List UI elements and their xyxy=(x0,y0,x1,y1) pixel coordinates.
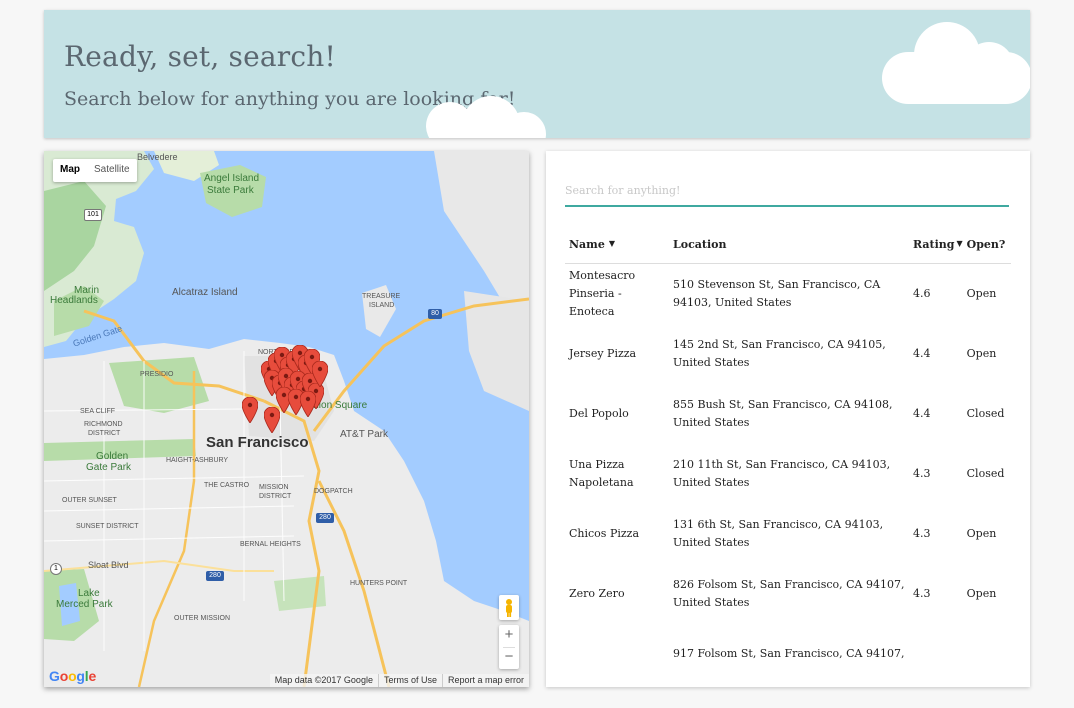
cell-name: Chicos Pizza xyxy=(569,527,640,540)
column-header-label: Name xyxy=(569,237,605,251)
cell-open xyxy=(963,624,1011,684)
cell-rating: 4.3 xyxy=(913,587,931,600)
page-title: Ready, set, search! xyxy=(64,40,336,73)
map-type-map-button[interactable]: Map xyxy=(53,159,87,182)
map-marker-icon[interactable] xyxy=(312,361,328,387)
cell-open: Closed xyxy=(966,407,1005,420)
column-header-location[interactable]: Location xyxy=(669,225,909,264)
cell-rating: 4.3 xyxy=(913,467,931,480)
map-marker-icon[interactable] xyxy=(264,407,280,433)
table-row[interactable]: Una Pizza Napoletana 210 11th St, San Fra… xyxy=(565,444,1011,504)
table-header-row: Name ▼ Location Rating ▼ Open? xyxy=(565,225,1011,264)
sort-caret-icon: ▼ xyxy=(608,237,615,248)
cloud-decoration xyxy=(882,20,1030,110)
cell-open: Open xyxy=(966,527,997,540)
marker-layer xyxy=(44,151,529,687)
cell-location: 145 2nd St, San Francisco, CA 94105, Uni… xyxy=(673,338,886,369)
zoom-in-button[interactable]: + xyxy=(499,625,519,647)
cell-rating: 4.6 xyxy=(913,287,931,300)
column-header-open[interactable]: Open? xyxy=(962,225,1011,264)
cell-rating xyxy=(909,624,963,684)
map-type-control: Map Satellite xyxy=(53,159,137,182)
terms-link[interactable]: Terms of Use xyxy=(377,674,442,687)
street-view-button[interactable] xyxy=(499,595,519,620)
map-attribution: Map data ©2017 Google Terms of Use Repor… xyxy=(269,674,529,687)
cell-location: 855 Bush St, San Francisco, CA 94108, Un… xyxy=(673,398,893,429)
map-view[interactable]: Belvedere Angel Island State Park Marin … xyxy=(44,151,529,687)
cell-name: Montesacro Pinseria - Enoteca xyxy=(569,269,636,318)
column-header-label: Open? xyxy=(966,237,1006,251)
cell-location: 210 11th St, San Francisco, CA 94103, Un… xyxy=(673,458,891,489)
google-logo: Google xyxy=(49,668,97,684)
divider xyxy=(503,647,515,648)
table-row[interactable]: Montesacro Pinseria - Enoteca 510 Stevens… xyxy=(565,264,1011,325)
column-header-label: Rating xyxy=(913,237,955,251)
results-table: Name ▼ Location Rating ▼ Open? Montesacro … xyxy=(565,225,1011,684)
cell-rating: 4.4 xyxy=(913,347,931,360)
cell-open: Closed xyxy=(966,467,1005,480)
cell-location: 510 Stevenson St, San Francisco, CA 9410… xyxy=(673,278,881,309)
column-header-rating[interactable]: Rating ▼ xyxy=(909,225,963,264)
cell-open: Open xyxy=(966,347,997,360)
cell-name xyxy=(565,624,669,684)
table-row[interactable]: Chicos Pizza 131 6th St, San Francisco, C… xyxy=(565,504,1011,564)
results-panel: Name▼ Location Rating▼ Open? Montesacro … xyxy=(546,151,1030,687)
table-row[interactable]: Del Popolo 855 Bush St, San Francisco, CA… xyxy=(565,384,1011,444)
cell-location: 826 Folsom St, San Francisco, CA 94107, … xyxy=(673,578,905,609)
cell-location: 917 Folsom St, San Francisco, CA 94107, xyxy=(673,647,905,660)
page-header: Ready, set, search! Search below for any… xyxy=(44,10,1030,138)
map-marker-icon[interactable] xyxy=(300,391,316,417)
pegman-icon xyxy=(506,599,512,617)
search-input[interactable] xyxy=(565,175,1009,207)
column-header-label: Location xyxy=(673,237,727,251)
table-row[interactable]: Jersey Pizza 145 2nd St, San Francisco, C… xyxy=(565,324,1011,384)
report-error-link[interactable]: Report a map error xyxy=(441,674,529,687)
cell-name: Una Pizza Napoletana xyxy=(569,458,634,489)
map-type-satellite-button[interactable]: Satellite xyxy=(87,159,137,182)
sort-caret-icon: ▼ xyxy=(956,237,963,248)
zoom-control: + − xyxy=(499,625,519,669)
zoom-out-button[interactable]: − xyxy=(499,647,519,669)
cloud-decoration xyxy=(414,96,554,138)
results-table-body: Montesacro Pinseria - Enoteca 510 Stevens… xyxy=(565,264,1011,685)
cell-name: Del Popolo xyxy=(569,407,629,420)
table-row[interactable]: Zero Zero 826 Folsom St, San Francisco, C… xyxy=(565,564,1011,624)
cell-location: 131 6th St, San Francisco, CA 94103, Uni… xyxy=(673,518,884,549)
column-header-name[interactable]: Name ▼ xyxy=(565,225,669,264)
table-row[interactable]: 917 Folsom St, San Francisco, CA 94107, xyxy=(565,624,1011,684)
cell-rating: 4.4 xyxy=(913,407,931,420)
cell-rating: 4.3 xyxy=(913,527,931,540)
cell-name: Jersey Pizza xyxy=(569,347,637,360)
cell-open: Open xyxy=(966,287,997,300)
cell-open: Open xyxy=(966,587,997,600)
cell-name: Zero Zero xyxy=(569,587,625,600)
map-data-credit: Map data ©2017 Google xyxy=(274,675,373,685)
map-marker-icon[interactable] xyxy=(242,397,258,423)
